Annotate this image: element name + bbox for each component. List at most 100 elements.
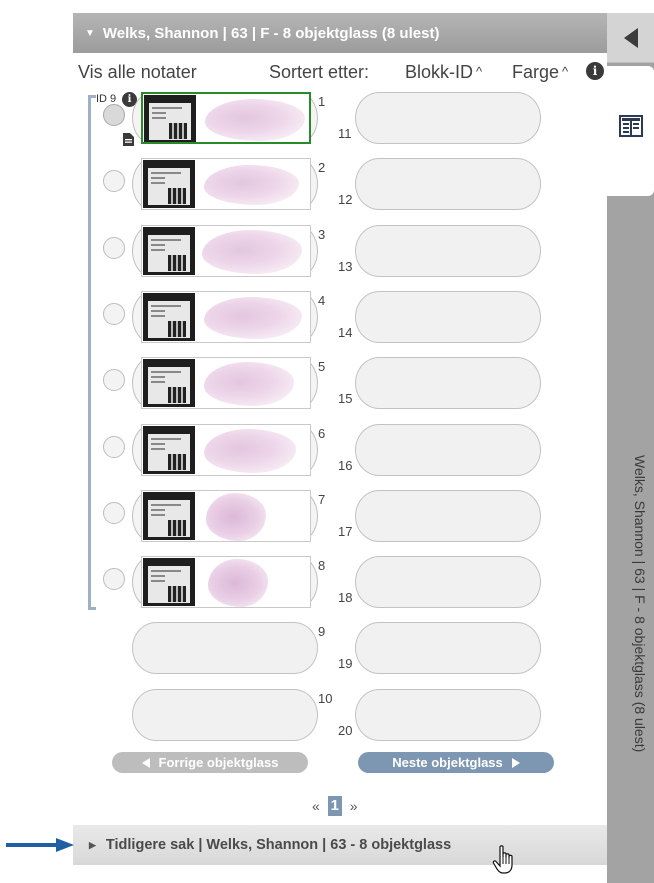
tissue-sample-image [204,297,302,339]
previous-slide-button[interactable]: Forrige objektglass [112,752,308,773]
slide-number: 4 [318,293,326,308]
empty-slide-slot [132,622,318,674]
annotation-arrow-icon [6,838,74,852]
previous-case-title: Tidligere sak | Welks, Shannon | 63 - 8 … [105,837,452,853]
collapse-panel-button[interactable] [607,13,654,63]
previous-slide-label: Forrige objektglass [158,755,279,770]
slide-label-sticker [148,500,190,537]
slide-number: 5 [318,359,326,374]
slide-thumbnail[interactable] [141,424,311,476]
label-text-line [151,438,181,440]
slide-thumbnail[interactable] [141,92,311,144]
slide-thumbnail[interactable] [141,158,311,210]
label-text-line [151,443,165,445]
document-icon[interactable] [123,133,134,146]
label-text-line [151,315,165,317]
pager-next-link[interactable]: » [350,798,358,814]
slide-number: 16 [338,458,353,473]
barcode-icon [168,454,186,470]
slide-label-image [143,160,195,208]
slide-select-radio[interactable] [103,303,125,325]
slide-thumbnail[interactable] [141,225,311,277]
empty-slide-slot [355,92,541,144]
label-text-line [151,381,165,383]
barcode-icon [168,321,186,337]
slide-number: 11 [338,126,352,141]
label-text-line [151,575,165,577]
tissue-sample-image [202,230,302,274]
slide-number: 9 [318,624,326,639]
chevron-up-icon: ^ [562,64,569,79]
sort-by-block-button[interactable]: Blokk-ID ^ [405,62,482,83]
slide-select-radio[interactable] [103,436,125,458]
caret-right-icon: ▶ [89,839,96,850]
slide-select-radio[interactable] [103,237,125,259]
slide-number: 1 [318,94,326,109]
label-text-line [151,448,165,450]
label-text-line [152,107,182,109]
slide-label-sticker [148,566,190,603]
barcode-icon [169,123,187,139]
sort-label: Sortert etter: [269,62,370,82]
slide-number: 15 [338,391,353,406]
slide-select-radio[interactable] [103,369,125,391]
case-header[interactable]: ▼ Welks, Shannon | 63 | F - 8 objektglas… [73,13,607,53]
empty-slide-slot [355,424,541,476]
tissue-sample-image [206,493,266,541]
pager-current-page[interactable]: 1 [327,796,342,816]
slide-label-sticker [148,367,190,404]
slide-number: 8 [318,558,326,573]
slide-thumbnail[interactable] [141,291,311,343]
label-text-line [151,249,165,251]
next-slide-button[interactable]: Neste objektglass [358,752,554,773]
tissue-sample-image [208,559,268,607]
barcode-icon [168,387,186,403]
chevron-up-icon: ^ [476,64,483,79]
pager-prev-link[interactable]: « [312,798,320,814]
slide-number: 14 [338,325,353,340]
slide-label-sticker [148,301,190,338]
tissue-sample-image [205,99,305,141]
slide-layout-tab[interactable] [607,66,654,196]
slide-thumbnail[interactable] [141,556,311,608]
slide-layout-icon [618,115,643,137]
arrow-left-icon [141,757,150,768]
slide-select-radio[interactable] [103,170,125,192]
block-bracket [88,95,96,610]
toolbar: Vis alle notater Sortert etter: Blokk-ID… [78,60,606,84]
tissue-sample-image [204,165,299,205]
slide-number: 17 [338,524,353,539]
barcode-icon [168,255,186,271]
slide-label-sticker [149,103,191,140]
slide-select-radio[interactable] [103,502,125,524]
case-title: Welks, Shannon | 63 | F - 8 objektglass … [102,24,440,42]
slide-label-image [143,227,195,275]
slide-number: 2 [318,160,326,175]
slide-viewer-panel: ▼ Welks, Shannon | 63 | F - 8 objektglas… [0,0,654,883]
info-icon[interactable]: i [586,62,604,80]
slide-select-radio[interactable] [103,568,125,590]
show-all-notes-link[interactable]: Vis alle notater [78,62,197,83]
label-text-line [151,570,181,572]
slide-number: 12 [338,192,353,207]
label-text-line [151,310,165,312]
empty-slide-slot [355,357,541,409]
slide-thumbnail[interactable] [141,490,311,542]
label-text-line [151,244,165,246]
label-text-line [151,509,165,511]
empty-slide-slot [355,622,541,674]
empty-slide-slot [355,291,541,343]
previous-case-bar[interactable]: ▶ Tidligere sak | Welks, Shannon | 63 - … [73,825,607,865]
label-text-line [152,117,166,119]
slide-number: 3 [318,227,326,242]
slide-label-sticker [148,235,190,272]
slide-label-image [143,426,195,474]
empty-slide-slot [355,158,541,210]
barcode-icon [168,586,186,602]
slide-select-radio[interactable] [103,104,125,126]
sort-by-color-button[interactable]: Farge ^ [512,62,568,83]
label-text-line [151,580,165,582]
slide-label-sticker [148,168,190,205]
slide-number: 7 [318,492,326,507]
slide-thumbnail[interactable] [141,357,311,409]
